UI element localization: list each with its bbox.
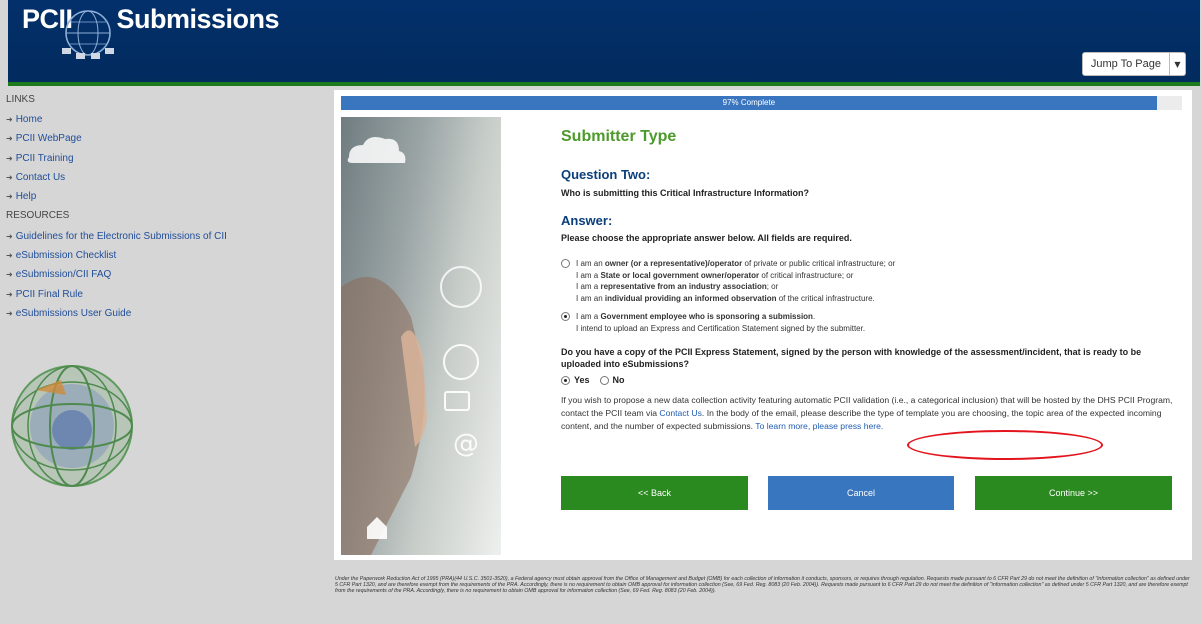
arrow-right-icon: ➜: [6, 270, 13, 280]
arrow-right-icon: ➜: [6, 153, 13, 163]
pra-disclaimer: Under the Paperwork Reduction Act of 199…: [335, 576, 1190, 595]
cancel-button[interactable]: Cancel: [768, 476, 954, 510]
logo-text-right: Submissions: [116, 4, 280, 34]
main-panel: 97% Complete @ Submitter Type Question T…: [334, 90, 1192, 560]
jump-to-page-dropdown[interactable]: Jump To Page ▼: [1081, 52, 1186, 76]
yes-no-group: Yes No: [561, 375, 1173, 385]
chevron-down-icon[interactable]: ▼: [1170, 52, 1186, 76]
arrow-right-icon: ➜: [6, 115, 13, 125]
sidebar-link-final-rule[interactable]: ➜ PCII Final Rule: [0, 284, 332, 303]
learn-more-link[interactable]: To learn more, please press here.: [755, 421, 883, 431]
globe-network-icon: [62, 10, 114, 59]
copy-question: Do you have a copy of the PCII Express S…: [561, 347, 1142, 369]
hero-illustration: @: [341, 137, 482, 555]
info-paragraph: If you wish to propose a new data collec…: [561, 395, 1173, 431]
arrow-right-icon: ➜: [6, 250, 13, 260]
arrow-right-icon: ➜: [6, 308, 13, 318]
yes-label: Yes: [574, 375, 590, 385]
jump-to-page-button[interactable]: Jump To Page: [1081, 52, 1170, 76]
links-heading: LINKS: [6, 94, 35, 105]
back-button[interactable]: << Back: [561, 476, 748, 510]
arrow-right-icon: ➜: [6, 192, 13, 202]
sidebar-link-home[interactable]: ➜ Home: [0, 110, 332, 129]
globe-icon: [11, 365, 133, 487]
option-government-employee[interactable]: I am a Government employee who is sponso…: [561, 311, 1173, 334]
sidebar-link-guidelines[interactable]: ➜ Guidelines for the Electronic Submissio…: [0, 226, 332, 245]
arrow-right-icon: ➜: [6, 173, 13, 183]
sidebar-link-checklist[interactable]: ➜ eSubmission Checklist: [0, 246, 332, 265]
progress-fill: 97% Complete: [341, 96, 1157, 110]
sidebar: LINKS ➜ Home ➜ PCII WebPage ➜ PCII Training…: [0, 90, 332, 624]
radio-government-employee[interactable]: [561, 312, 570, 321]
sidebar-link-user-guide[interactable]: ➜ eSubmissions User Guide: [0, 304, 332, 323]
sidebar-link-faq[interactable]: ➜ eSubmission/CII FAQ: [0, 265, 332, 284]
sidebar-link-pcii-training[interactable]: ➜ PCII Training: [0, 149, 332, 168]
hero-image: @: [341, 117, 501, 555]
continue-button[interactable]: Continue >>: [975, 476, 1172, 510]
answer-heading: Answer:: [561, 213, 613, 228]
page-title: Submitter Type: [561, 128, 677, 145]
radio-yes[interactable]: [561, 375, 570, 385]
sidebar-link-pcii-webpage[interactable]: ➜ PCII WebPage: [0, 129, 332, 148]
radio-no[interactable]: [599, 375, 609, 385]
question-content: Submitter Type Question Two: Who is subm…: [561, 128, 1173, 433]
question-heading: Question Two:: [561, 167, 651, 182]
arrow-right-icon: ➜: [6, 231, 13, 241]
sidebar-link-help[interactable]: ➜ Help: [0, 187, 332, 206]
site-header: PCII Submissions Jump To Page ▼: [8, 0, 1200, 86]
contact-us-link[interactable]: Contact Us: [659, 408, 702, 418]
sidebar-link-contact-us[interactable]: ➜ Contact Us: [0, 168, 332, 187]
highlight-annotation: [907, 430, 1103, 460]
question-text: Who is submitting this Critical Infrastr…: [561, 188, 810, 198]
arrow-right-icon: ➜: [6, 134, 13, 144]
arrow-right-icon: ➜: [6, 289, 13, 299]
svg-text:@: @: [453, 429, 479, 459]
no-label: No: [612, 375, 625, 385]
radio-owner-operator[interactable]: [561, 259, 570, 268]
option-owner-operator[interactable]: I am an owner (or a representative)/oper…: [561, 258, 1173, 304]
progress-bar: 97% Complete: [341, 96, 1182, 110]
answer-instruction: Please choose the appropriate answer bel…: [561, 233, 852, 243]
resources-heading: RESOURCES: [6, 210, 70, 222]
